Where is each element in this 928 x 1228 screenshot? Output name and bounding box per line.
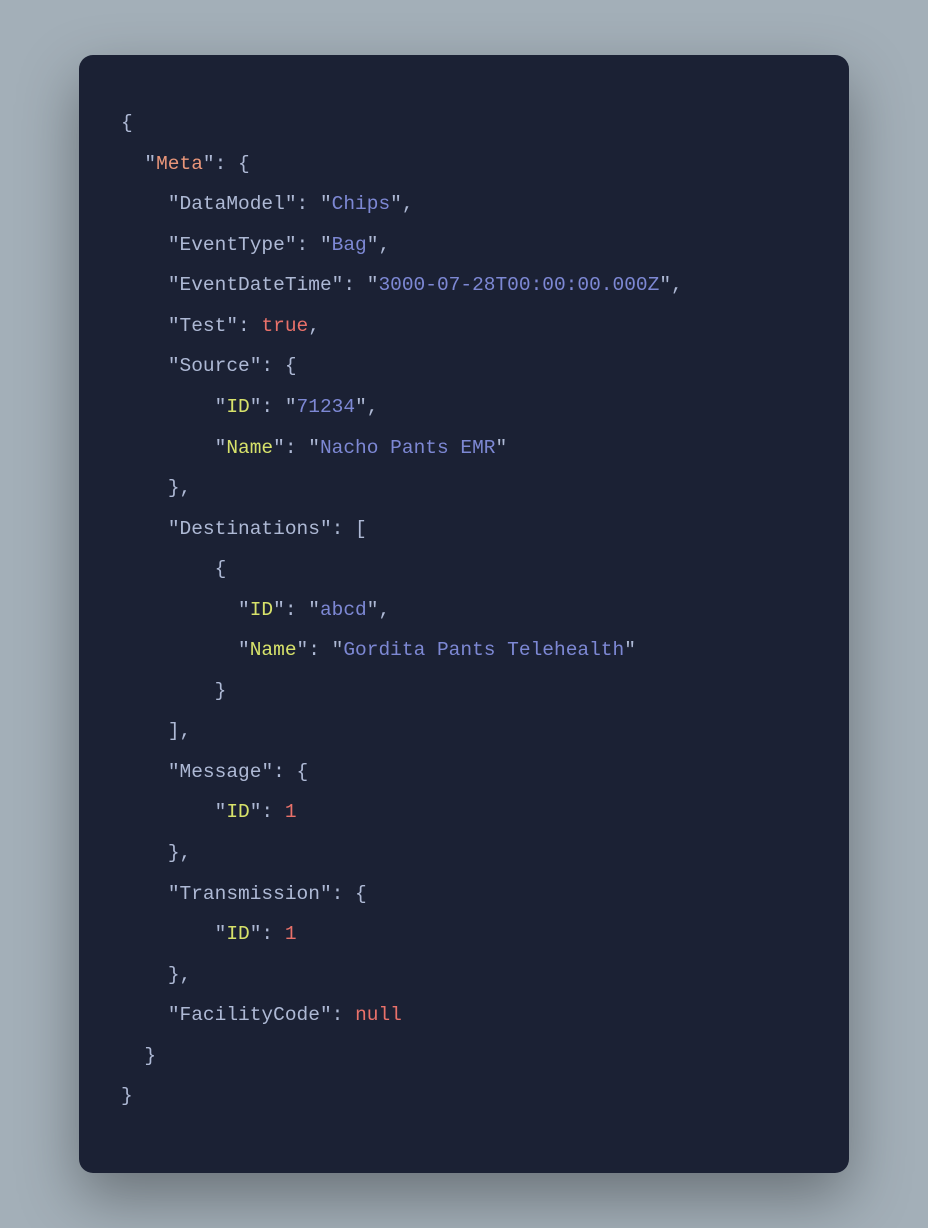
json-key-message-id: ID [226, 801, 249, 823]
json-key-eventtype: EventType [180, 234, 285, 256]
json-key-source: Source [180, 355, 250, 377]
code-card: { "Meta": { "DataModel": "Chips", "Event… [79, 55, 849, 1173]
json-key-meta: Meta [156, 153, 203, 175]
json-key-dest-id: ID [250, 599, 273, 621]
json-val-eventdatetime: 3000-07-28T00:00:00.000Z [378, 274, 659, 296]
json-key-datamodel: DataModel [180, 193, 285, 215]
json-code-block: { "Meta": { "DataModel": "Chips", "Event… [121, 103, 807, 1117]
json-val-dest-name: Gordita Pants Telehealth [343, 639, 624, 661]
json-val-datamodel: Chips [332, 193, 391, 215]
json-val-eventtype: Bag [332, 234, 367, 256]
json-val-message-id: 1 [285, 801, 297, 823]
page-background: { "Meta": { "DataModel": "Chips", "Event… [0, 0, 928, 1228]
json-val-dest-id: abcd [320, 599, 367, 621]
json-val-facilitycode: null [355, 1004, 402, 1026]
json-key-eventdatetime: EventDateTime [180, 274, 332, 296]
json-key-destinations: Destinations [180, 518, 320, 540]
json-val-source-name: Nacho Pants EMR [320, 437, 496, 459]
json-key-message: Message [180, 761, 262, 783]
json-key-facilitycode: FacilityCode [180, 1004, 320, 1026]
json-key-source-id: ID [226, 396, 249, 418]
json-key-transmission-id: ID [226, 923, 249, 945]
json-val-test: true [261, 315, 308, 337]
json-val-source-id: 71234 [297, 396, 356, 418]
json-key-transmission: Transmission [180, 883, 320, 905]
json-key-source-name: Name [226, 437, 273, 459]
json-key-test: Test [180, 315, 227, 337]
json-val-transmission-id: 1 [285, 923, 297, 945]
json-key-dest-name: Name [250, 639, 297, 661]
